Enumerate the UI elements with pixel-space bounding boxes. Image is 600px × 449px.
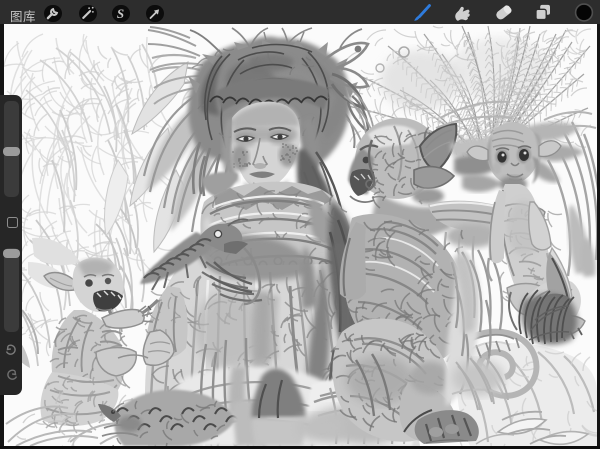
svg-text:S: S [117,6,124,21]
